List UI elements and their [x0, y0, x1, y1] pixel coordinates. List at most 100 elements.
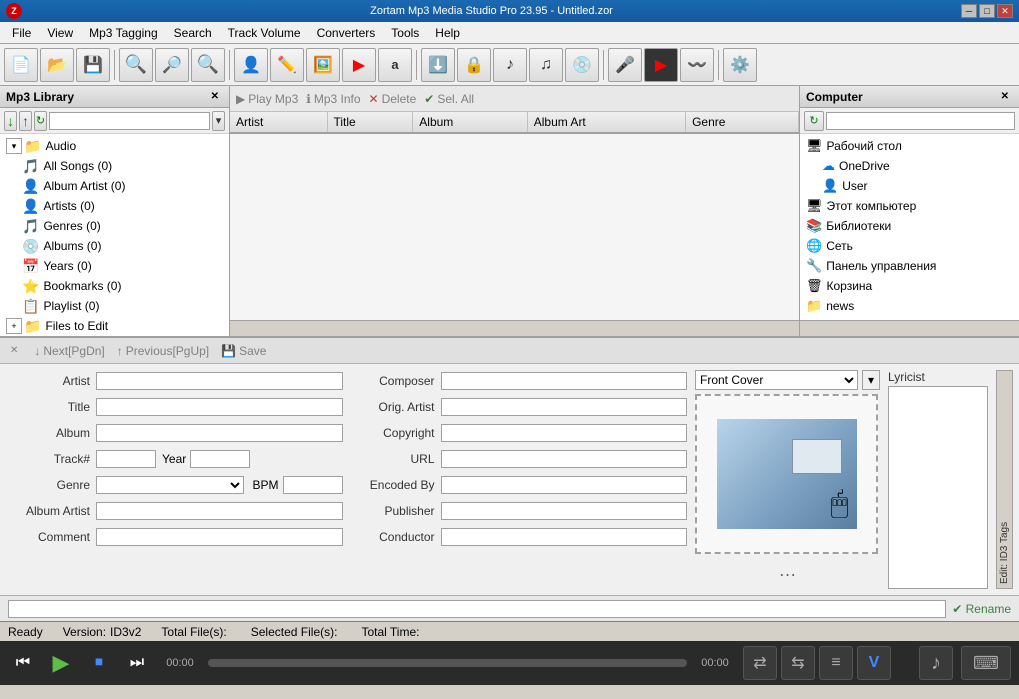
tag-person-button[interactable]: 👤: [234, 48, 268, 82]
tag-editor-close[interactable]: ✕: [6, 344, 22, 357]
computer-item-thispc[interactable]: 🖥 Этот компьютер: [802, 196, 1017, 216]
artist-input[interactable]: [96, 372, 343, 390]
computer-close-button[interactable]: ✕: [997, 90, 1013, 103]
cover-dropdown-button[interactable]: ▾: [862, 370, 880, 390]
cover-button[interactable]: 🖼️: [306, 48, 340, 82]
tree-item-all-songs[interactable]: 🎵 All Songs (0): [2, 156, 227, 176]
expand-audio-button[interactable]: ▾: [6, 138, 22, 154]
lib-refresh-button[interactable]: ↻: [34, 111, 47, 131]
computer-item-desktop[interactable]: 🖥 Рабочий стол: [802, 136, 1017, 156]
youtube2-button[interactable]: ▶: [644, 48, 678, 82]
col-genre[interactable]: Genre: [686, 112, 799, 133]
mic-button[interactable]: 🎤: [608, 48, 642, 82]
download-button[interactable]: ⬇️: [421, 48, 455, 82]
comment-input[interactable]: [96, 528, 343, 546]
computer-search-input[interactable]: [826, 112, 1015, 130]
delete-button[interactable]: ✕ Delete: [369, 92, 417, 106]
expand-files-button[interactable]: +: [6, 318, 22, 334]
computer-item-onedrive[interactable]: ☁ OneDrive: [802, 156, 1017, 176]
prev-button[interactable]: ↑ Previous[PgUp]: [117, 344, 209, 358]
cd-button[interactable]: 💿: [565, 48, 599, 82]
next-button[interactable]: ↓ Next[PgDn]: [34, 344, 104, 358]
library-close-button[interactable]: ✕: [207, 90, 223, 103]
computer-item-libraries[interactable]: 📚 Библиотеки: [802, 216, 1017, 236]
url-input[interactable]: [441, 450, 688, 468]
tree-item-albums[interactable]: 💿 Albums (0): [2, 236, 227, 256]
tree-item-genres[interactable]: 🎵 Genres (0): [2, 216, 227, 236]
close-button[interactable]: ✕: [997, 4, 1013, 18]
menu-trackvolume[interactable]: Track Volume: [220, 24, 309, 42]
tree-item-files-to-edit[interactable]: + 📁 Files to Edit: [2, 316, 227, 336]
genre-select[interactable]: [96, 476, 244, 494]
sel-all-button[interactable]: ✔ Sel. All: [424, 92, 474, 106]
lib-up-button[interactable]: ↑: [19, 111, 32, 131]
library-search-input[interactable]: [49, 112, 210, 130]
rename-button[interactable]: ✔ Rename: [952, 602, 1011, 616]
cover-image-box[interactable]: 🖱: [695, 394, 878, 554]
note-button[interactable]: ♪: [493, 48, 527, 82]
rename-input[interactable]: [8, 600, 946, 618]
menu-help[interactable]: Help: [427, 24, 468, 42]
lock-button[interactable]: 🔒: [457, 48, 491, 82]
maximize-button[interactable]: □: [979, 4, 995, 18]
computer-item-controlpanel[interactable]: 🔧 Панель управления: [802, 256, 1017, 276]
menu-view[interactable]: View: [39, 24, 81, 42]
computer-item-news[interactable]: 📁 news: [802, 296, 1017, 316]
id3-tags-tab[interactable]: Edit: ID3 Tags: [996, 370, 1013, 589]
copyright-input[interactable]: [441, 424, 688, 442]
menu-tools[interactable]: Tools: [383, 24, 427, 42]
youtube-button[interactable]: ▶: [342, 48, 376, 82]
title-input[interactable]: [96, 398, 343, 416]
repeat-button[interactable]: ⇆: [781, 646, 815, 680]
tree-item-audio[interactable]: ▾ 📁 Audio: [2, 136, 227, 156]
playlist-button[interactable]: ≡: [819, 646, 853, 680]
album-input[interactable]: [96, 424, 343, 442]
bpm-input[interactable]: [283, 476, 343, 494]
amazon-button[interactable]: a: [378, 48, 412, 82]
wave-button[interactable]: 〰️: [680, 48, 714, 82]
computer-scrollbar[interactable]: [800, 320, 1019, 336]
computer-item-user[interactable]: 👤 User: [802, 176, 1017, 196]
col-title[interactable]: Title: [327, 112, 413, 133]
note2-button[interactable]: ♫: [529, 48, 563, 82]
shuffle-button[interactable]: ⇄: [743, 646, 777, 680]
find-button[interactable]: 🔍: [191, 48, 225, 82]
col-album[interactable]: Album: [413, 112, 527, 133]
album-artist-input[interactable]: [96, 502, 343, 520]
col-albumart[interactable]: Album Art: [527, 112, 685, 133]
keyboard-button[interactable]: ⌨: [961, 646, 1011, 680]
save-tag-button[interactable]: 💾 Save: [221, 344, 266, 358]
open-button[interactable]: 📂: [40, 48, 74, 82]
year-input[interactable]: [190, 450, 250, 468]
computer-item-recycle[interactable]: 🗑 Корзина: [802, 276, 1017, 296]
player-stop-button[interactable]: ⏹: [84, 648, 114, 678]
note-player-button[interactable]: ♪: [919, 646, 953, 680]
menu-file[interactable]: File: [4, 24, 39, 42]
cover-more-button[interactable]: …: [695, 560, 880, 581]
tree-item-artists[interactable]: 👤 Artists (0): [2, 196, 227, 216]
track-input[interactable]: [96, 450, 156, 468]
player-play-button[interactable]: ▶: [46, 648, 76, 678]
lib-add-button[interactable]: ↓: [4, 111, 17, 131]
zoom-button[interactable]: 🔎: [155, 48, 189, 82]
play-mp3-button[interactable]: ▶ Play Mp3: [236, 92, 298, 106]
cover-type-select[interactable]: Front Cover: [695, 370, 858, 390]
encoded-by-input[interactable]: [441, 476, 688, 494]
player-prev-button[interactable]: ⏮: [8, 648, 38, 678]
mp3-info-button[interactable]: ℹ Mp3 Info: [306, 92, 360, 106]
visualizer-button[interactable]: V: [857, 646, 891, 680]
menu-mp3tagging[interactable]: Mp3 Tagging: [81, 24, 166, 42]
lib-dropdown-button[interactable]: ▾: [212, 111, 225, 131]
horizontal-scrollbar[interactable]: [230, 320, 799, 336]
publisher-input[interactable]: [441, 502, 688, 520]
col-artist[interactable]: Artist: [230, 112, 327, 133]
lyricist-input[interactable]: [888, 386, 988, 589]
menu-converters[interactable]: Converters: [309, 24, 384, 42]
menu-search[interactable]: Search: [166, 24, 220, 42]
orig-artist-input[interactable]: [441, 398, 688, 416]
seek-bar[interactable]: [208, 659, 687, 667]
computer-refresh-button[interactable]: ↻: [804, 111, 824, 131]
edit-button[interactable]: ✏️: [270, 48, 304, 82]
composer-input[interactable]: [441, 372, 688, 390]
tree-item-playlist[interactable]: 📋 Playlist (0): [2, 296, 227, 316]
